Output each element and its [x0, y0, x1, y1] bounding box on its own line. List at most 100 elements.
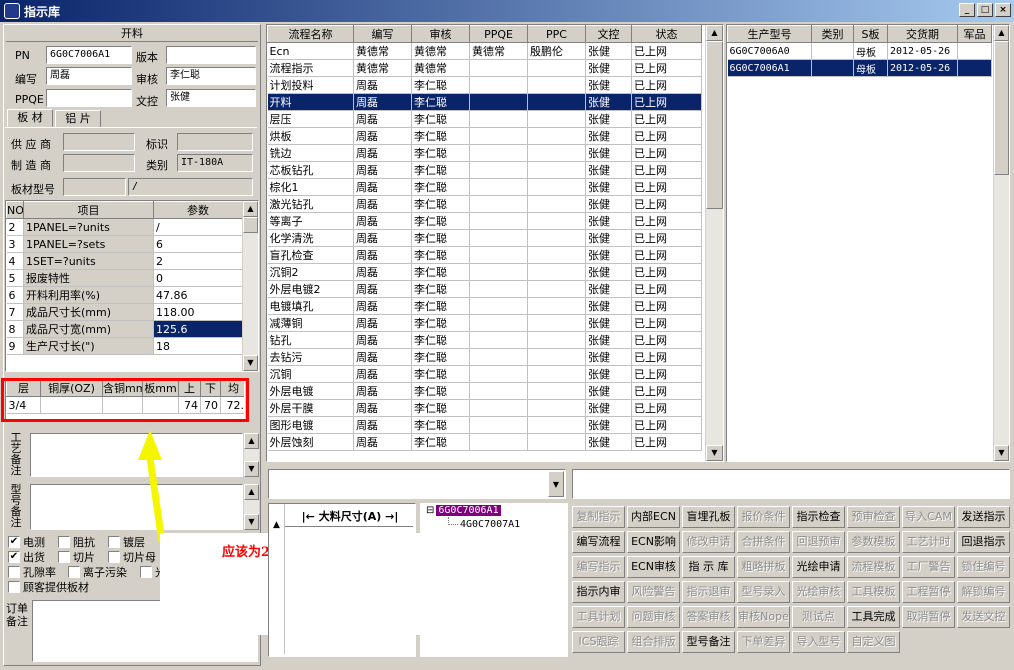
params-cell-value[interactable]: 47.86: [153, 286, 243, 304]
toolbar-button[interactable]: 工具计划: [572, 606, 625, 628]
toolbar-button[interactable]: 组合排版: [627, 631, 680, 653]
version-field[interactable]: [166, 46, 256, 64]
checkbox-7[interactable]: 离子污染: [68, 564, 127, 580]
manufacturer-field[interactable]: [63, 154, 135, 172]
checkbox-6[interactable]: 孔隙率: [8, 564, 56, 580]
flow-row[interactable]: 外层蚀刻 周磊 李仁聪 张健 已上网: [267, 433, 702, 451]
toolbar-button[interactable]: 工具模板: [847, 581, 900, 603]
toolbar-button[interactable]: 内部ECN: [627, 506, 680, 528]
toolbar-button[interactable]: 盲埋孔板: [682, 506, 735, 528]
params-header-item[interactable]: 项目: [23, 201, 154, 219]
flow-row[interactable]: 流程指示 黄德常 黄德常 张健 已上网: [267, 59, 702, 77]
toolbar-button[interactable]: 光绘审核: [792, 581, 845, 603]
params-row[interactable]: 5 报废特性 0: [6, 269, 243, 287]
checkbox-box[interactable]: [108, 551, 120, 563]
params-cell-value[interactable]: 2: [153, 252, 243, 270]
flow-row[interactable]: 外层干膜 周磊 李仁聪 张健 已上网: [267, 399, 702, 417]
flow-header[interactable]: PPC: [527, 25, 586, 43]
toolbar-button[interactable]: ECN影响: [627, 531, 680, 553]
flow-scrollbar[interactable]: ▲ ▼: [705, 25, 723, 461]
toolbar-button[interactable]: 工具完成: [847, 606, 900, 628]
flow-row[interactable]: 层压 周磊 李仁聪 张健 已上网: [267, 110, 702, 128]
checkbox-box[interactable]: [140, 566, 152, 578]
flow-header[interactable]: 编写: [353, 25, 412, 43]
toolbar-button[interactable]: 审核Nope: [737, 606, 790, 628]
toolbar-button[interactable]: 锁住编号: [957, 556, 1010, 578]
checkbox-box[interactable]: [58, 536, 70, 548]
checkbox-box[interactable]: [8, 566, 20, 578]
tree-expander-icon[interactable]: ⊟: [426, 505, 434, 516]
params-row[interactable]: 8 成品尺寸宽(mm) 125.6: [6, 320, 243, 338]
toolbar-button[interactable]: 流程模板: [847, 556, 900, 578]
scroll-down-icon[interactable]: ▼: [243, 355, 258, 371]
process-note-scrollbar[interactable]: ▲ ▼: [243, 433, 259, 477]
toolbar-button[interactable]: 指示退审: [682, 581, 735, 603]
checkbox-box[interactable]: [58, 551, 70, 563]
doc-control-field[interactable]: 张健: [166, 89, 256, 107]
category-field[interactable]: IT-180A: [177, 154, 253, 172]
toolbar-button[interactable]: 问题审核: [627, 606, 680, 628]
toolbar-button[interactable]: 回退预审: [792, 531, 845, 553]
toolbar-button[interactable]: 工程暂停: [902, 581, 955, 603]
toolbar-button[interactable]: 报价条件: [737, 506, 790, 528]
scroll-up-icon[interactable]: ▲: [243, 201, 258, 217]
flow-row[interactable]: 图形电镀 周磊 李仁聪 张健 已上网: [267, 416, 702, 434]
params-header-value[interactable]: 参数: [153, 201, 243, 219]
board-model-field-2[interactable]: /: [128, 178, 253, 196]
checkbox-5[interactable]: 切片母: [108, 549, 156, 565]
toolbar-button[interactable]: 指 示 库: [682, 556, 735, 578]
toolbar-button[interactable]: 指示内审: [572, 581, 625, 603]
flow-row[interactable]: 沉铜2 周磊 李仁聪 张健 已上网: [267, 263, 702, 281]
toolbar-button[interactable]: ECN审核: [627, 556, 680, 578]
flow-row[interactable]: 开料 周磊 李仁聪 张健 已上网: [267, 93, 702, 111]
toolbar-button[interactable]: 参数模板: [847, 531, 900, 553]
flow-combo[interactable]: ▼: [268, 469, 566, 499]
models-header[interactable]: 军品: [957, 25, 992, 43]
toolbar-button[interactable]: 预审检查: [847, 506, 900, 528]
checkbox-box[interactable]: ✔: [8, 536, 20, 548]
toolbar-button[interactable]: 回退指示: [957, 531, 1010, 553]
dropdown-arrow-icon[interactable]: ▼: [548, 471, 564, 497]
toolbar-button[interactable]: ICS跟踪: [572, 631, 625, 653]
flow-row[interactable]: 沉铜 周磊 李仁聪 张健 已上网: [267, 365, 702, 383]
checkbox-1[interactable]: 阻抗: [58, 534, 95, 550]
review-field[interactable]: 李仁聪: [166, 67, 256, 85]
checkbox-box[interactable]: [108, 536, 120, 548]
flow-header[interactable]: 流程名称: [267, 25, 354, 43]
flow-header[interactable]: 文控: [585, 25, 632, 43]
checkbox-4[interactable]: 切片: [58, 549, 95, 565]
flow-row[interactable]: 钻孔 周磊 李仁聪 张健 已上网: [267, 331, 702, 349]
params-row[interactable]: 3 1PANEL=?sets 6: [6, 235, 243, 253]
params-cell-value[interactable]: 6: [153, 235, 243, 253]
models-row[interactable]: 6G0C7006A0 母板 2012-05-26: [727, 42, 992, 60]
toolbar-button[interactable]: 导入型号: [792, 631, 845, 653]
checkbox-0[interactable]: ✔ 电测: [8, 534, 45, 550]
models-header[interactable]: 类别: [811, 25, 854, 43]
params-row[interactable]: 9 生产尺寸长(") 18: [6, 337, 243, 355]
toolbar-button[interactable]: 型号录入: [737, 581, 790, 603]
toolbar-button[interactable]: 光绘申请: [792, 556, 845, 578]
flow-row[interactable]: 化学清洗 周磊 李仁聪 张健 已上网: [267, 229, 702, 247]
toolbar-button[interactable]: 下单差异: [737, 631, 790, 653]
toolbar-button[interactable]: 指示检查: [792, 506, 845, 528]
params-row[interactable]: 6 开料利用率(%) 47.86: [6, 286, 243, 304]
params-cell-value[interactable]: /: [153, 218, 243, 236]
toolbar-button[interactable]: 自定义图: [847, 631, 900, 653]
flow-row[interactable]: Ecn 黄德常 黄德常 黄德常 殷鹏伦 张健 已上网: [267, 42, 702, 60]
scroll-up-icon[interactable]: ▲: [994, 25, 1009, 41]
checkbox-box[interactable]: [8, 581, 20, 593]
flow-row[interactable]: 棕化1 周磊 李仁聪 张健 已上网: [267, 178, 702, 196]
toolbar-button[interactable]: 答案审核: [682, 606, 735, 628]
checkbox-9[interactable]: 顾客提供板材: [8, 579, 89, 595]
toolbar-button[interactable]: 解锁编号: [957, 581, 1010, 603]
toolbar-button[interactable]: 工艺计时: [902, 531, 955, 553]
board-model-field[interactable]: [63, 178, 126, 196]
params-scrollbar[interactable]: ▲ ▼: [242, 201, 258, 371]
models-scrollbar[interactable]: ▲ ▼: [993, 25, 1009, 461]
flow-header[interactable]: 状态: [631, 25, 702, 43]
scroll-thumb[interactable]: [706, 41, 723, 209]
toolbar-button[interactable]: 复制指示: [572, 506, 625, 528]
scroll-up-icon[interactable]: ▲: [706, 25, 723, 41]
scroll-down-icon[interactable]: ▼: [994, 445, 1009, 461]
info-textbox[interactable]: [572, 469, 1010, 499]
